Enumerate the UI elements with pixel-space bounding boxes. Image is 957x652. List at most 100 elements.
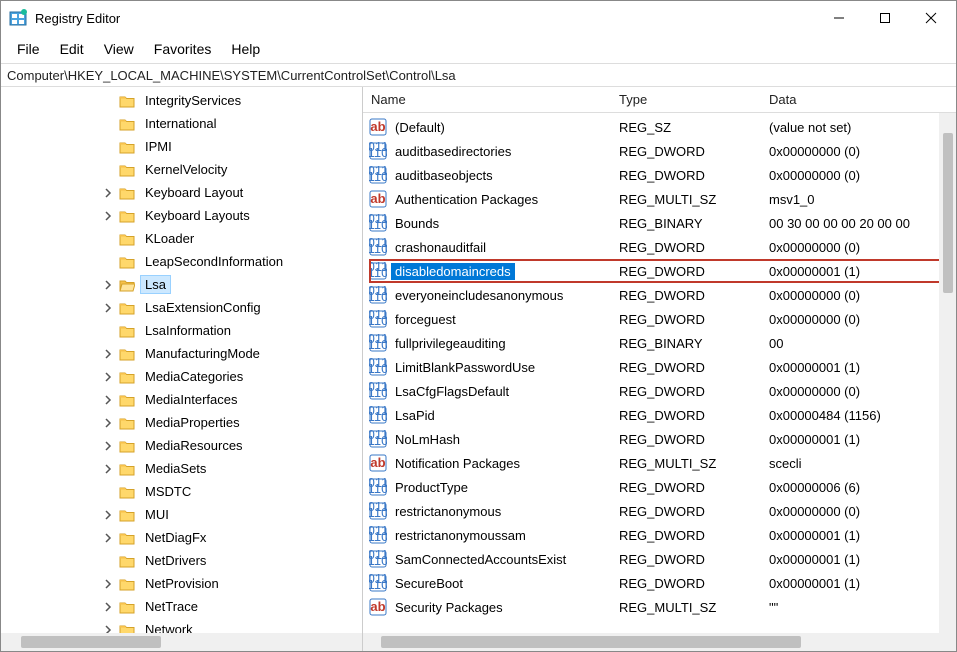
string-value-icon	[369, 598, 387, 616]
value-row[interactable]: auditbaseobjectsREG_DWORD0x00000000 (0)	[369, 163, 956, 187]
value-data: msv1_0	[769, 192, 956, 207]
tree-item[interactable]: International	[7, 112, 362, 135]
value-row[interactable]: Security PackagesREG_MULTI_SZ""	[369, 595, 956, 619]
tree-item[interactable]: Keyboard Layouts	[7, 204, 362, 227]
expand-icon[interactable]	[101, 462, 115, 476]
expand-icon[interactable]	[101, 439, 115, 453]
menu-help[interactable]: Help	[221, 37, 270, 61]
value-row[interactable]: BoundsREG_BINARY00 30 00 00 00 20 00 00	[369, 211, 956, 235]
binary-value-icon	[369, 238, 387, 256]
menu-favorites[interactable]: Favorites	[144, 37, 222, 61]
tree-h-scrollbar[interactable]	[1, 633, 362, 651]
expand-icon[interactable]	[101, 186, 115, 200]
value-name-cell: auditbasedirectories	[369, 142, 619, 160]
expand-icon[interactable]	[101, 600, 115, 614]
expand-icon[interactable]	[101, 577, 115, 591]
value-scroll-area[interactable]: (Default)REG_SZ(value not set)auditbased…	[363, 113, 956, 633]
tree-scroll-area[interactable]: IntegrityServicesInternational IPMI Kernel…	[1, 87, 362, 633]
tree-item[interactable]: IPMI	[7, 135, 362, 158]
tree-item[interactable]: KernelVelocity	[7, 158, 362, 181]
col-header-data[interactable]: Data	[769, 92, 956, 107]
value-row[interactable]: LsaCfgFlagsDefaultREG_DWORD0x00000000 (0…	[369, 379, 956, 403]
value-name-cell: Notification Packages	[369, 454, 619, 472]
tree-item[interactable]: MediaInterfaces	[7, 388, 362, 411]
minimize-button[interactable]	[816, 1, 862, 35]
value-type: REG_DWORD	[619, 576, 769, 591]
close-button[interactable]	[908, 1, 954, 35]
value-row[interactable]: ProductTypeREG_DWORD0x00000006 (6)	[369, 475, 956, 499]
value-row[interactable]: disabledomaincredsREG_DWORD0x00000001 (1…	[369, 259, 956, 283]
expand-icon[interactable]	[101, 416, 115, 430]
tree-item[interactable]: NetDrivers	[7, 549, 362, 572]
value-row[interactable]: forceguestREG_DWORD0x00000000 (0)	[369, 307, 956, 331]
folder-icon	[119, 462, 135, 476]
tree-item-label: Keyboard Layouts	[141, 207, 254, 224]
value-row[interactable]: Notification PackagesREG_MULTI_SZscecli	[369, 451, 956, 475]
expand-icon[interactable]	[101, 393, 115, 407]
value-row[interactable]: everyoneincludesanonymousREG_DWORD0x0000…	[369, 283, 956, 307]
tree-item[interactable]: NetProvision	[7, 572, 362, 595]
expand-icon[interactable]	[101, 531, 115, 545]
address-bar[interactable]: Computer\HKEY_LOCAL_MACHINE\SYSTEM\Curre…	[1, 63, 956, 87]
tree-item[interactable]: IntegrityServices	[7, 89, 362, 112]
tree-item[interactable]: MediaSets	[7, 457, 362, 480]
tree-item-label: IPMI	[141, 138, 176, 155]
expand-icon[interactable]	[101, 623, 115, 634]
expand-icon[interactable]	[101, 347, 115, 361]
value-type: REG_MULTI_SZ	[619, 192, 769, 207]
value-type: REG_DWORD	[619, 360, 769, 375]
tree-item[interactable]: Network	[7, 618, 362, 633]
maximize-button[interactable]	[862, 1, 908, 35]
tree-item[interactable]: MediaCategories	[7, 365, 362, 388]
value-name-cell: fullprivilegeauditing	[369, 334, 619, 352]
value-row[interactable]: LsaPidREG_DWORD0x00000484 (1156)	[369, 403, 956, 427]
window-controls	[816, 1, 954, 35]
value-row[interactable]: restrictanonymousREG_DWORD0x00000000 (0)	[369, 499, 956, 523]
tree-item[interactable]: KLoader	[7, 227, 362, 250]
folder-icon	[119, 370, 135, 384]
col-header-name[interactable]: Name	[367, 92, 619, 107]
value-type: REG_DWORD	[619, 480, 769, 495]
tree-item[interactable]: NetDiagFx	[7, 526, 362, 549]
binary-value-icon	[369, 406, 387, 424]
tree-item[interactable]: ManufacturingMode	[7, 342, 362, 365]
tree-item[interactable]: MSDTC	[7, 480, 362, 503]
value-row[interactable]: Authentication PackagesREG_MULTI_SZmsv1_…	[369, 187, 956, 211]
value-row[interactable]: SecureBootREG_DWORD0x00000001 (1)	[369, 571, 956, 595]
tree-item-label: NetTrace	[141, 598, 202, 615]
tree-item[interactable]: MediaProperties	[7, 411, 362, 434]
folder-icon	[119, 347, 135, 361]
scrollbar-thumb[interactable]	[943, 133, 953, 293]
menu-file[interactable]: File	[7, 37, 50, 61]
col-header-type[interactable]: Type	[619, 92, 769, 107]
tree-item[interactable]: MUI	[7, 503, 362, 526]
expand-icon[interactable]	[101, 508, 115, 522]
value-type: REG_DWORD	[619, 264, 769, 279]
value-row[interactable]: restrictanonymoussamREG_DWORD0x00000001 …	[369, 523, 956, 547]
tree-item[interactable]: MediaResources	[7, 434, 362, 457]
scrollbar-thumb[interactable]	[21, 636, 161, 648]
expand-icon[interactable]	[101, 209, 115, 223]
value-row[interactable]: (Default)REG_SZ(value not set)	[369, 115, 956, 139]
tree-item[interactable]: LsaExtensionConfig	[7, 296, 362, 319]
tree-item[interactable]: LsaInformation	[7, 319, 362, 342]
value-h-scrollbar[interactable]	[363, 633, 956, 651]
value-row[interactable]: NoLmHashREG_DWORD0x00000001 (1)	[369, 427, 956, 451]
value-row[interactable]: fullprivilegeauditingREG_BINARY00	[369, 331, 956, 355]
address-path: Computer\HKEY_LOCAL_MACHINE\SYSTEM\Curre…	[7, 68, 456, 83]
tree-item[interactable]: NetTrace	[7, 595, 362, 618]
expand-icon[interactable]	[101, 301, 115, 315]
tree-item[interactable]: LeapSecondInformation	[7, 250, 362, 273]
expand-icon[interactable]	[101, 278, 115, 292]
value-v-scrollbar[interactable]	[939, 113, 956, 633]
menu-view[interactable]: View	[94, 37, 144, 61]
value-row[interactable]: LimitBlankPasswordUseREG_DWORD0x00000001…	[369, 355, 956, 379]
value-row[interactable]: crashonauditfailREG_DWORD0x00000000 (0)	[369, 235, 956, 259]
expand-icon[interactable]	[101, 370, 115, 384]
value-row[interactable]: SamConnectedAccountsExistREG_DWORD0x0000…	[369, 547, 956, 571]
scrollbar-thumb[interactable]	[381, 636, 801, 648]
tree-item[interactable]: Lsa	[7, 273, 362, 296]
value-row[interactable]: auditbasedirectoriesREG_DWORD0x00000000 …	[369, 139, 956, 163]
menu-edit[interactable]: Edit	[50, 37, 94, 61]
tree-item[interactable]: Keyboard Layout	[7, 181, 362, 204]
